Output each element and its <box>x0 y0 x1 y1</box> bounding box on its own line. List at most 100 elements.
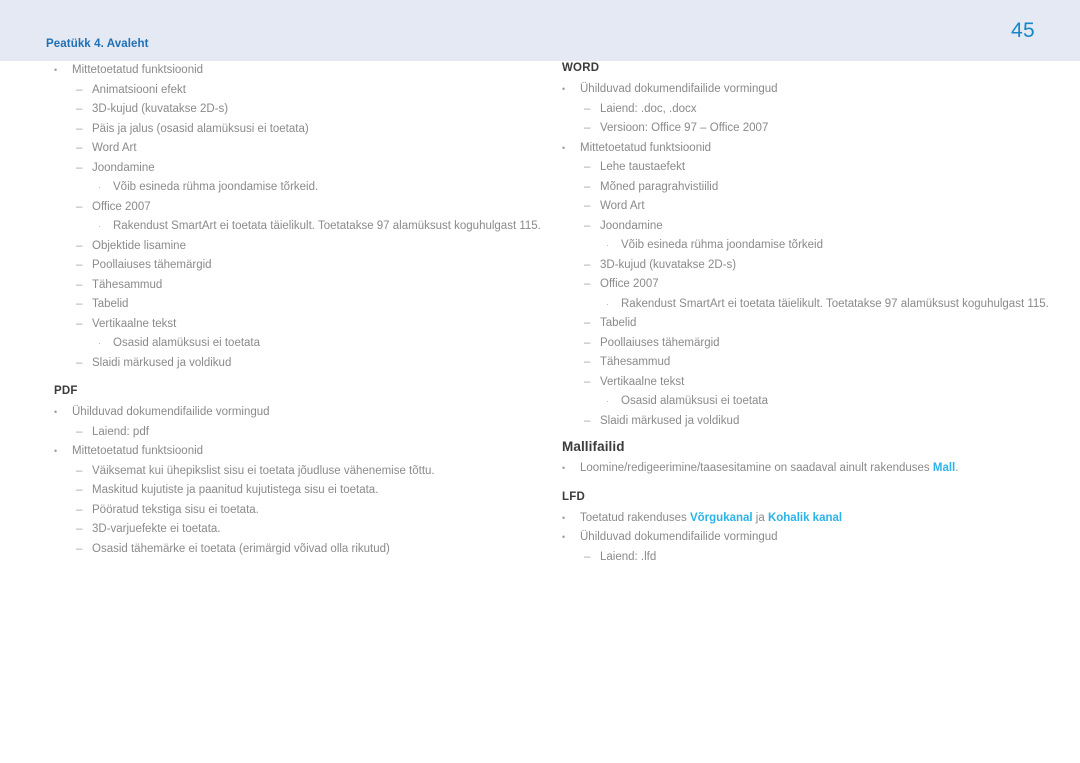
list-item-text: Word Art <box>600 200 645 212</box>
page-header-band: Peatükk 4. Avaleht 45 <box>0 0 1080 61</box>
list-item-text: Office 2007 <box>600 278 659 290</box>
list-item-text: Osasid alamüksusi ei toetata <box>113 337 261 349</box>
list-item-text: Päis ja jalus (osasid alamüksusi ei toet… <box>92 122 309 135</box>
chapter-title: Peatükk 4. Avaleht <box>46 38 149 50</box>
bullet-marker-level-2: – <box>76 161 83 174</box>
document-page: Peatükk 4. Avaleht 45 • Mittetoetatud fun… <box>0 0 1080 763</box>
inline-link[interactable]: Kohalik kanal <box>768 512 842 524</box>
list-item-text: Joondamine <box>600 219 663 232</box>
list-item: – Vertikaalne tekst <box>76 315 526 335</box>
bullet-marker-level-3: · <box>98 338 101 348</box>
bullet-marker-level-2: – <box>76 259 83 271</box>
section-heading: WORD <box>562 62 600 74</box>
list-item-text: Tabelid <box>92 298 129 310</box>
bullet-marker-level-2: – <box>76 239 83 252</box>
list-item-text: Ühilduvad dokumendifailide vormingud <box>580 531 778 543</box>
bullet-marker-level-2: – <box>76 200 83 213</box>
bullet-marker-level-2: – <box>584 200 591 212</box>
list-item: – Versioon: Office 97 – Office 2007 <box>584 119 1044 139</box>
inline-link[interactable]: Võrgukanal <box>690 512 753 524</box>
bullet-marker-level-2: – <box>76 317 83 330</box>
list-item-text: Tähesammud <box>600 356 671 368</box>
right-column: WORD • Ühilduvad dokumendifailide vormingu… <box>554 61 1049 567</box>
list-item-text: Loomine/redigeerimine/taasesitamine on s… <box>580 459 958 479</box>
list-item-text: Poollaiuses tähemärgid <box>600 336 720 349</box>
list-item: · Võib esineda rühma joondamise tõrkeid. <box>98 178 526 198</box>
list-item-text: Laiend: .lfd <box>600 550 657 563</box>
bullet-marker-level-2: – <box>584 122 591 134</box>
list-item-text: Objektide lisamine <box>92 239 186 252</box>
list-item: – Tabelid <box>76 295 526 315</box>
inline-text: . <box>955 462 959 474</box>
bullet-marker-level-2: – <box>76 103 83 115</box>
list-item-text: Pööratud tekstiga sisu ei toetata. <box>92 503 259 516</box>
list-item: – Tähesammud <box>584 353 1044 373</box>
list-item: – Maskitud kujutiste ja paanitud kujutist… <box>76 481 526 501</box>
list-item-text: Võib esineda rühma joondamise tõrkeid <box>621 239 824 251</box>
list-item: – Office 2007 <box>76 198 526 218</box>
bullet-marker-level-1: • <box>54 65 58 75</box>
list-item-text: Rakendust SmartArt ei toetata täielikult… <box>113 220 541 232</box>
bullet-marker-level-2: – <box>76 298 83 310</box>
bullet-marker-level-2: – <box>584 180 591 193</box>
list-item: – Laiend: pdf <box>76 423 526 443</box>
list-item-text: Maskitud kujutiste ja paanitud kujutiste… <box>92 484 379 496</box>
bullet-marker-level-2: – <box>76 142 83 154</box>
list-item: – Slaidi märkused ja voldikud <box>76 354 526 374</box>
list-item-text: Mittetoetatud funktsioonid <box>580 141 712 154</box>
bullet-marker-level-2: – <box>76 356 83 369</box>
list-item-text: Ühilduvad dokumendifailide vormingud <box>72 406 270 418</box>
list-item: · Võib esineda rühma joondamise tõrkeid <box>606 236 1044 256</box>
list-item-text: Rakendust SmartArt ei toetata täielikult… <box>621 297 1049 310</box>
list-item: – Joondamine <box>76 159 526 179</box>
list-item: • Ühilduvad dokumendifailide vormingud <box>54 403 526 423</box>
bullet-marker-level-2: – <box>584 102 591 115</box>
list-item-text: Versioon: Office 97 – Office 2007 <box>600 122 769 134</box>
list-item: –3D-kujud (kuvatakse 2D-s) <box>584 256 1044 276</box>
list-item-text: 3D-kujud (kuvatakse 2D-s) <box>600 258 737 271</box>
list-item-text: Toetatud rakenduses Võrgukanal ja Kohali… <box>580 509 842 529</box>
section-heading: LFD <box>562 490 585 503</box>
list-item: – Objektide lisamine <box>76 237 526 257</box>
list-item-text: Lehe taustaefekt <box>600 161 686 173</box>
bullet-marker-level-2: – <box>584 258 591 271</box>
bullet-marker-level-2: – <box>76 503 83 516</box>
list-item-text: Joondamine <box>92 161 155 174</box>
bullet-marker-level-1: • <box>54 446 58 456</box>
bullet-marker-level-3: · <box>606 396 609 406</box>
bullet-marker-level-1: • <box>54 407 58 417</box>
bullet-marker-level-2: – <box>76 464 83 477</box>
bullet-list: • Mittetoetatud funktsioonid – Animatsiooni… <box>46 61 541 374</box>
list-item: – Laiend: .doc, .docx <box>584 100 1044 120</box>
list-item: – Päis ja jalus (osasid alamüksusi ei toe… <box>76 120 526 140</box>
list-item-text: Väiksemat kui ühepikslist sisu ei toetat… <box>92 464 435 477</box>
list-item-text: Mõned paragrahvistiilid <box>600 180 719 193</box>
bullet-marker-level-1: • <box>562 512 566 523</box>
bullet-marker-level-2: – <box>584 414 591 427</box>
list-item-text: Animatsiooni efekt <box>92 83 186 96</box>
page-number: 45 <box>1011 19 1035 42</box>
list-item-text: Slaidi märkused ja voldikud <box>92 356 232 369</box>
list-item: • Mittetoetatud funktsioonid <box>54 442 526 462</box>
list-item: – Animatsiooni efekt <box>76 81 526 101</box>
list-item: – Poollaiuses tähemärgid <box>584 334 1044 354</box>
list-item-text: Mittetoetatud funktsioonid <box>72 64 204 76</box>
bullet-marker-level-2: – <box>584 356 591 368</box>
list-item-text: Office 2007 <box>92 200 151 213</box>
bullet-marker-level-3: · <box>606 240 609 250</box>
bullet-marker-level-1: • <box>562 84 566 94</box>
bullet-list: • Loomine/redigeerimine/taasesitamine on … <box>554 459 1044 479</box>
bullet-marker-level-2: – <box>76 83 83 96</box>
inline-text: Loomine/redigeerimine/taasesitamine on s… <box>580 462 933 474</box>
bullet-marker-level-2: – <box>584 375 591 388</box>
list-item-text: Tabelid <box>600 317 637 329</box>
list-item: – Osasid tähemärke ei toetata (erimärgid … <box>76 540 526 560</box>
inline-text: ja <box>752 511 768 524</box>
list-item: · Rakendust SmartArt ei toetata täielikul… <box>606 295 1049 315</box>
list-item: – Mõned paragrahvistiilid <box>584 178 1044 198</box>
list-item: – Väiksemat kui ühepikslist sisu ei toeta… <box>76 462 526 482</box>
inline-link[interactable]: Mall <box>933 462 955 474</box>
list-item-text: Word Art <box>92 142 137 154</box>
list-item: – Joondamine <box>584 217 1044 237</box>
